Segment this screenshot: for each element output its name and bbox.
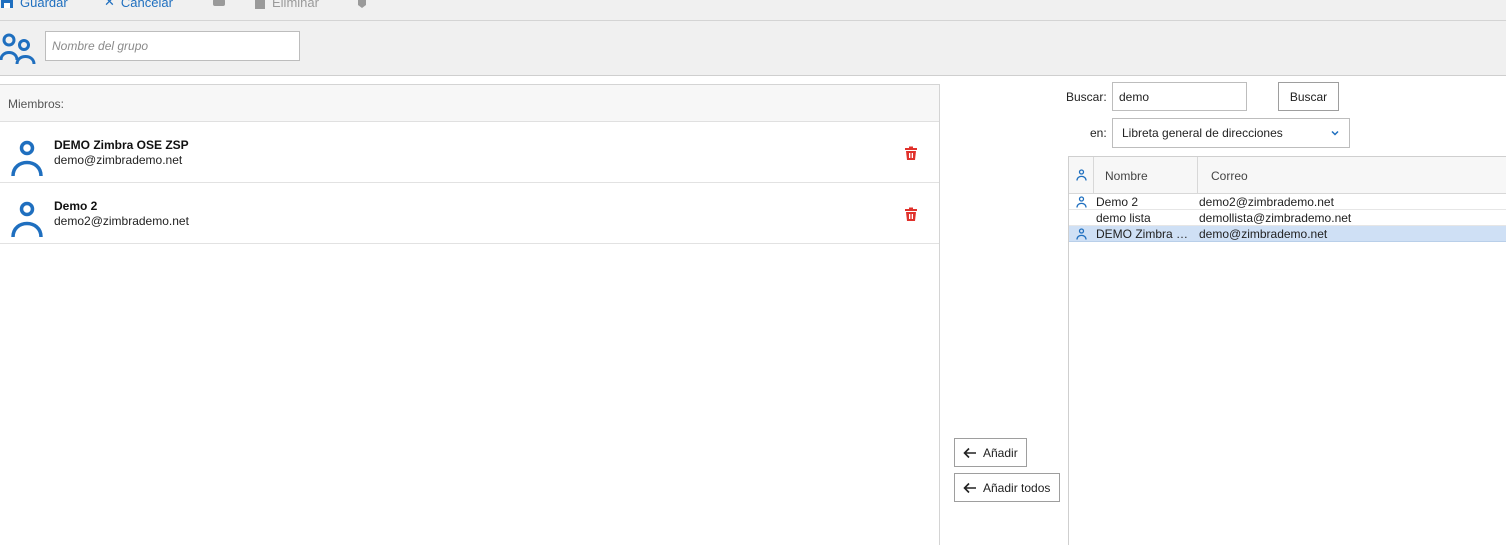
delete-button[interactable]: Eliminar [254,0,319,12]
member-email: demo@zimbrademo.net [54,153,183,167]
member-row[interactable]: Demo 2 demo2@zimbrademo.net [0,183,939,244]
source-select[interactable]: Libreta general de direcciones [1112,118,1350,148]
members-panel: Miembros: DEMO Zimbra OSE ZSP demo@zimbr… [0,84,940,545]
member-email: demo2@zimbrademo.net [54,214,189,228]
search-label: Buscar: [1066,90,1107,104]
trash-icon [255,0,265,9]
save-button[interactable]: Guardar [0,0,68,12]
toolbar: Guardar ✕ Cancelar Eliminar [0,0,1506,21]
tag-button[interactable] [356,0,368,12]
add-button[interactable]: Añadir [954,438,1027,467]
person-icon [11,201,43,238]
search-input[interactable] [1112,82,1247,111]
result-email: demo2@zimbrademo.net [1199,195,1334,209]
source-selected-value: Libreta general de direcciones [1122,126,1283,140]
result-name: Demo 2 [1096,195,1139,209]
add-all-label: Añadir todos [983,480,1051,495]
members-header: Miembros: [0,85,939,122]
member-name: Demo 2 [54,199,98,213]
results-table: Nombre Correo Demo 2 demo2@zimbrademo.ne… [1068,156,1506,545]
source-label: en: [1090,126,1107,140]
name-column-header[interactable]: Nombre [1094,157,1198,193]
result-email: demollista@zimbrademo.net [1199,211,1352,225]
print-icon [213,0,225,6]
cancel-label: Cancelar [120,0,173,10]
result-name: demo lista [1096,211,1151,225]
group-icon [0,33,36,65]
arrow-left-icon [963,482,976,493]
tag-icon [358,0,366,8]
search-button[interactable]: Buscar [1278,82,1339,111]
print-button[interactable] [212,0,226,12]
result-row[interactable]: Demo 2 demo2@zimbrademo.net [1069,194,1506,210]
arrow-left-icon [963,447,976,458]
close-icon: ✕ [104,0,115,9]
add-all-button[interactable]: Añadir todos [954,473,1060,502]
result-row[interactable]: DEMO Zimbra O… demo@zimbrademo.net [1069,226,1506,242]
result-name: DEMO Zimbra O… [1096,227,1194,241]
save-icon [1,0,13,8]
group-header [0,21,1506,76]
cancel-button[interactable]: ✕ Cancelar [104,0,173,12]
result-row[interactable]: demo lista demollista@zimbrademo.net [1069,210,1506,226]
results-header: Nombre Correo [1069,157,1506,194]
member-row[interactable]: DEMO Zimbra OSE ZSP demo@zimbrademo.net [0,122,939,183]
person-icon [1076,228,1087,240]
person-icon [1076,196,1087,208]
trash-icon[interactable] [904,146,918,160]
person-icon [11,140,43,177]
add-label: Añadir [983,445,1018,460]
save-label: Guardar [20,0,68,10]
member-name: DEMO Zimbra OSE ZSP [54,138,189,152]
chevron-down-icon [1331,130,1339,136]
type-column-header[interactable] [1069,157,1094,193]
group-name-input[interactable] [45,31,300,61]
delete-label: Eliminar [272,0,319,10]
email-column-header[interactable]: Correo [1198,157,1261,193]
trash-icon[interactable] [904,207,918,221]
result-email: demo@zimbrademo.net [1199,227,1328,241]
person-icon [1075,169,1087,181]
